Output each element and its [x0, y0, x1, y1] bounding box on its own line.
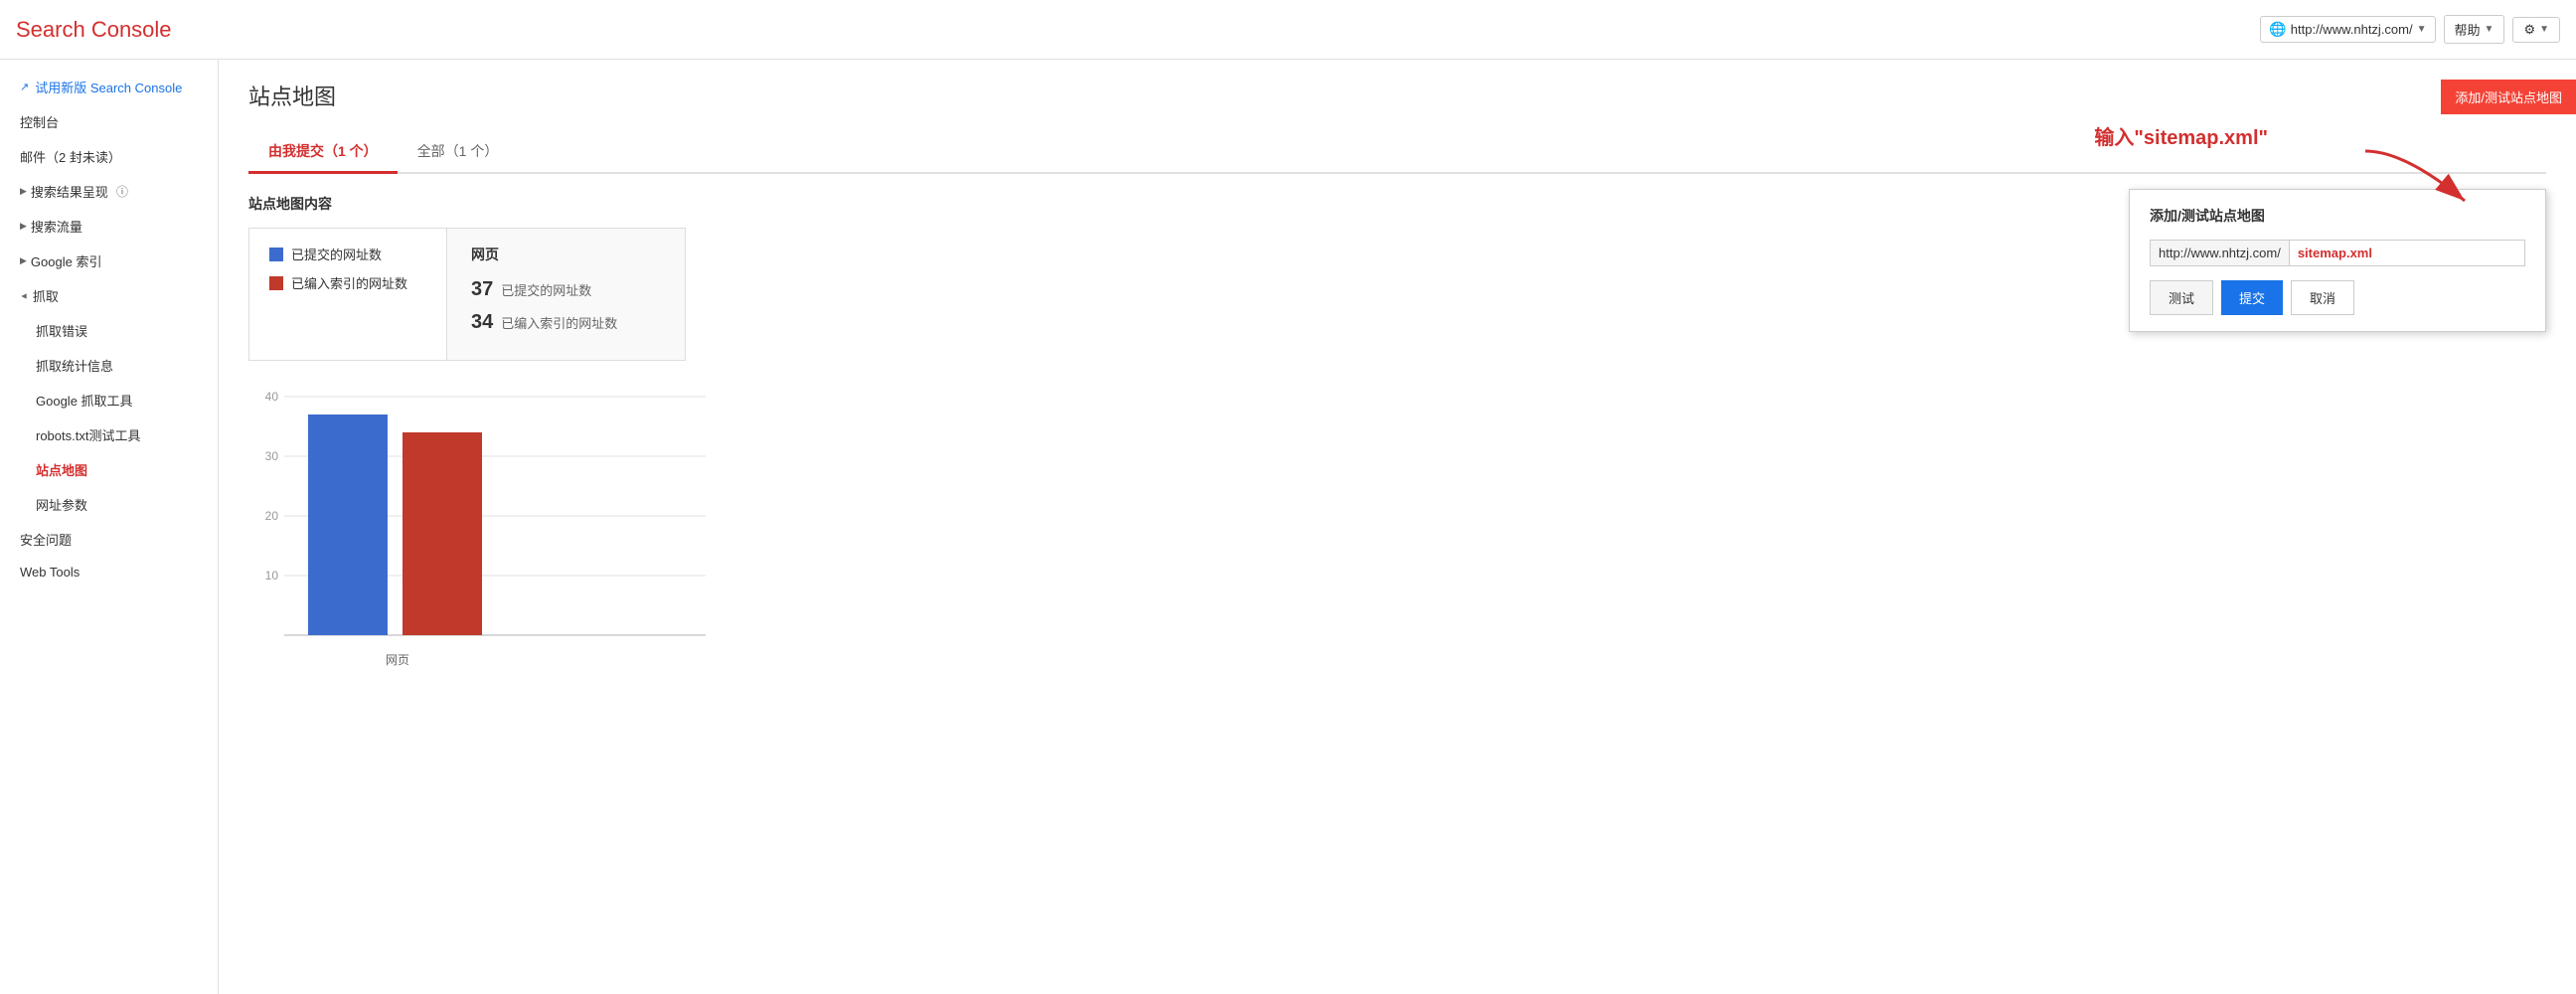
y-label-40: 40: [265, 390, 279, 404]
legend-box: 已提交的网址数 已编入索引的网址数: [248, 228, 447, 361]
tab-submitted-label: 由我提交（1 个）: [268, 143, 378, 159]
submit-button[interactable]: 提交: [2221, 280, 2283, 315]
stat-number-indexed: 34: [471, 311, 493, 334]
sidebar-item-mail[interactable]: 邮件（2 封未读）: [0, 139, 218, 174]
settings-caret-icon: ▼: [2539, 24, 2549, 35]
robots-test-label: robots.txt测试工具: [36, 425, 140, 444]
google-index-triangle-icon: ▶: [20, 255, 27, 266]
sidebar-item-url-params[interactable]: 网址参数: [0, 487, 218, 522]
tab-all-label: 全部（1 个）: [417, 143, 499, 159]
bar-chart: 40 30 20 10 网页: [248, 381, 725, 699]
stats-title: 网页: [471, 245, 661, 264]
sitemap-input[interactable]: [2289, 240, 2525, 266]
dashboard-label: 控制台: [20, 112, 59, 131]
sidebar: ↗ 试用新版 Search Console 控制台 邮件（2 封未读） ▶ 搜索…: [0, 60, 219, 994]
legend-color-indexed: [269, 276, 283, 290]
url-params-label: 网址参数: [36, 495, 87, 514]
selected-url: http://www.nhtzj.com/: [2291, 22, 2413, 37]
test-button[interactable]: 测试: [2150, 280, 2213, 315]
url-caret-icon: ▼: [2417, 24, 2427, 35]
cancel-button[interactable]: 取消: [2291, 280, 2354, 315]
sidebar-item-google-fetch[interactable]: Google 抓取工具: [0, 383, 218, 417]
sidebar-item-security[interactable]: 安全问题: [0, 522, 218, 557]
tab-submitted[interactable]: 由我提交（1 个）: [248, 131, 398, 174]
crawl-errors-label: 抓取错误: [36, 321, 87, 340]
sidebar-item-web-tools[interactable]: Web Tools: [0, 557, 218, 587]
search-appearance-triangle-icon: ▶: [20, 186, 27, 197]
sidebar-item-crawl-errors[interactable]: 抓取错误: [0, 313, 218, 348]
stat-number-submitted: 37: [471, 278, 493, 301]
info-icon: ⓘ: [116, 183, 128, 200]
bar-submitted: [308, 414, 388, 635]
stat-item-indexed: 34 已编入索引的网址数: [471, 311, 661, 334]
y-label-20: 20: [265, 509, 279, 523]
stat-label-submitted: 已提交的网址数: [501, 280, 591, 299]
chart-area: 40 30 20 10 网页: [248, 381, 2546, 699]
sidebar-item-robots-test[interactable]: robots.txt测试工具: [0, 417, 218, 452]
sitemap-label: 站点地图: [36, 460, 87, 479]
add-sitemap-button[interactable]: 添加/测试站点地图: [2441, 80, 2576, 114]
stat-item-submitted: 37 已提交的网址数: [471, 278, 661, 301]
app-title: Search Console: [16, 17, 172, 43]
legend-item-indexed: 已编入索引的网址数: [269, 273, 426, 292]
tabs: 由我提交（1 个） 全部（1 个）: [248, 131, 2546, 174]
sidebar-item-dashboard[interactable]: 控制台: [0, 104, 218, 139]
y-label-30: 30: [265, 449, 279, 463]
sidebar-item-sitemap[interactable]: 站点地图: [0, 452, 218, 487]
settings-icon: ⚙: [2523, 22, 2535, 38]
test-label: 测试: [2169, 291, 2194, 306]
sidebar-item-search-appearance[interactable]: ▶ 搜索结果呈现 ⓘ: [0, 174, 218, 209]
search-traffic-triangle-icon: ▶: [20, 221, 27, 232]
tab-all[interactable]: 全部（1 个）: [398, 131, 519, 174]
crawl-triangle-icon: ▼: [19, 291, 29, 300]
crawl-stats-label: 抓取统计信息: [36, 356, 113, 375]
google-fetch-label: Google 抓取工具: [36, 391, 133, 410]
popup-title: 添加/测试站点地图: [2150, 206, 2525, 226]
search-traffic-label: 搜索流量: [31, 217, 82, 236]
search-appearance-label: 搜索结果呈现: [31, 182, 108, 201]
popup-url-prefix: http://www.nhtzj.com/: [2150, 240, 2289, 266]
add-sitemap-popup: 添加/测试站点地图 http://www.nhtzj.com/ 测试 提交 取消: [2129, 189, 2546, 332]
stat-label-indexed: 已编入索引的网址数: [501, 313, 617, 332]
crawl-label: 抓取: [33, 286, 59, 305]
web-tools-label: Web Tools: [20, 565, 80, 580]
url-selector[interactable]: 🌐 http://www.nhtzj.com/ ▼: [2260, 16, 2435, 43]
sidebar-item-google-index[interactable]: ▶ Google 索引: [0, 244, 218, 278]
popup-buttons: 测试 提交 取消: [2150, 280, 2525, 315]
settings-button[interactable]: ⚙ ▼: [2512, 17, 2560, 43]
page-title: 站点地图: [248, 80, 2546, 111]
mail-label: 邮件（2 封未读）: [20, 147, 121, 166]
submit-label: 提交: [2239, 291, 2265, 306]
layout: ↗ 试用新版 Search Console 控制台 邮件（2 封未读） ▶ 搜索…: [0, 60, 2576, 994]
help-label: 帮助: [2455, 20, 2481, 39]
security-label: 安全问题: [20, 530, 72, 549]
google-index-label: Google 索引: [31, 251, 102, 270]
sidebar-item-crawl[interactable]: ▼ 抓取: [0, 278, 218, 313]
external-link-icon: ↗: [20, 81, 29, 93]
cancel-label: 取消: [2310, 291, 2335, 306]
sidebar-item-search-traffic[interactable]: ▶ 搜索流量: [0, 209, 218, 244]
help-caret-icon: ▼: [2485, 24, 2495, 35]
header-right: 🌐 http://www.nhtzj.com/ ▼ 帮助 ▼ ⚙ ▼: [2260, 15, 2560, 44]
legend-item-submitted: 已提交的网址数: [269, 245, 426, 263]
popup-input-row: http://www.nhtzj.com/: [2150, 240, 2525, 266]
x-label-webpage: 网页: [386, 653, 409, 667]
new-version-label: 试用新版 Search Console: [35, 78, 182, 96]
legend-label-submitted: 已提交的网址数: [291, 245, 382, 263]
help-button[interactable]: 帮助 ▼: [2444, 15, 2505, 44]
bar-indexed: [402, 432, 482, 635]
legend-color-submitted: [269, 248, 283, 261]
y-label-10: 10: [265, 569, 279, 582]
stats-box: 网页 37 已提交的网址数 34 已编入索引的网址数: [447, 228, 686, 361]
legend-label-indexed: 已编入索引的网址数: [291, 273, 407, 292]
header: Search Console 🌐 http://www.nhtzj.com/ ▼…: [0, 0, 2576, 60]
sidebar-item-crawl-stats[interactable]: 抓取统计信息: [0, 348, 218, 383]
main-content: 站点地图 由我提交（1 个） 全部（1 个） 站点地图内容 已提交的网址数: [219, 60, 2576, 994]
add-sitemap-label: 添加/测试站点地图: [2455, 90, 2562, 105]
sidebar-item-new-version[interactable]: ↗ 试用新版 Search Console: [0, 70, 218, 104]
globe-icon: 🌐: [2269, 21, 2286, 38]
